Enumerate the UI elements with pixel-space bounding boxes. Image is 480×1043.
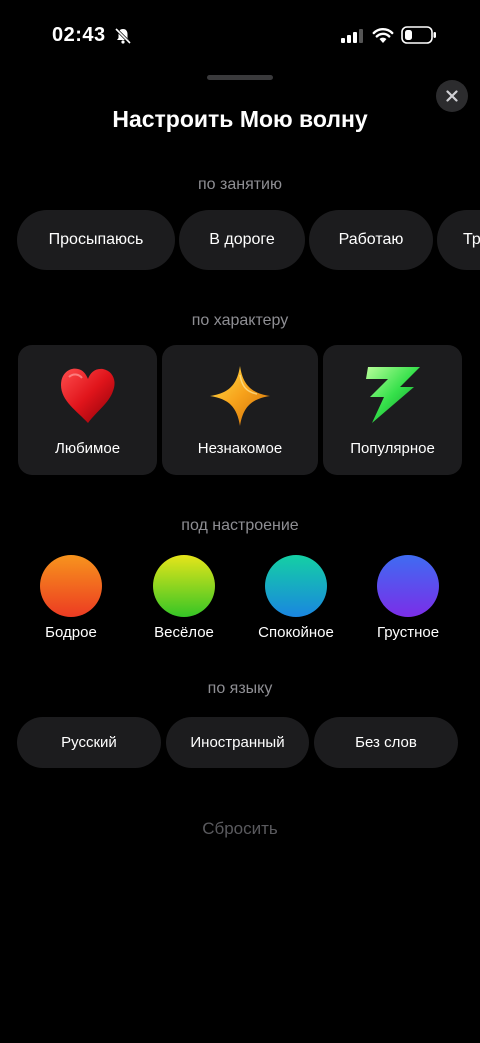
sparkle-icon — [210, 366, 270, 426]
status-time: 02:43 — [52, 24, 106, 46]
sheet-title: Настроить Мою волну — [112, 106, 368, 132]
mood-circle — [40, 555, 102, 617]
cellular-signal-icon — [341, 29, 363, 43]
language-chip-foreign[interactable]: Иностранный — [166, 717, 309, 768]
activity-chip-waking-up[interactable]: Просыпаюсь — [17, 210, 175, 270]
battery-icon — [401, 26, 436, 44]
bell-off-icon — [114, 27, 132, 45]
mood-item-calm[interactable]: Спокойное — [246, 555, 346, 641]
mood-section-title: под настроение — [181, 517, 299, 534]
character-card-label: Популярное — [350, 440, 435, 457]
mood-circle — [377, 555, 439, 617]
mood-item-sad[interactable]: Грустное — [358, 555, 458, 641]
mood-label: Бодрое — [45, 624, 97, 641]
activity-chip-working[interactable]: Работаю — [309, 210, 433, 270]
language-section-title: по языку — [207, 680, 273, 697]
reset-button[interactable]: Сбросить — [0, 819, 480, 839]
mood-label: Спокойное — [258, 624, 334, 641]
character-card-label: Любимое — [54, 440, 121, 457]
character-section-title: по характеру — [191, 312, 289, 329]
mood-item-cheerful[interactable]: Весёлое — [134, 555, 234, 641]
status-bar: 02:43 — [0, 0, 480, 70]
close-icon — [446, 90, 458, 102]
character-card-unfamiliar[interactable]: Незнакомое — [162, 345, 318, 475]
language-chip-russian[interactable]: Русский — [17, 717, 161, 768]
activity-section-title: по занятию — [197, 176, 282, 193]
mood-item-energetic[interactable]: Бодрое — [21, 555, 121, 641]
activity-chip-row[interactable]: Просыпаюсь В дороге Работаю Тр — [17, 210, 480, 270]
sheet-grabber[interactable] — [207, 75, 273, 80]
mood-label: Грустное — [376, 624, 440, 641]
mood-label: Весёлое — [154, 624, 214, 641]
heart-icon — [60, 368, 115, 423]
mood-circle — [153, 555, 215, 617]
screen: 02:43 Настроить Мою волну по занятию Про… — [0, 0, 480, 1043]
lightning-icon — [365, 367, 420, 423]
character-card-favorite[interactable]: Любимое — [18, 345, 157, 475]
language-chip-no-words[interactable]: Без слов — [314, 717, 458, 768]
character-card-popular[interactable]: Популярное — [323, 345, 462, 475]
character-card-label: Незнакомое — [197, 440, 283, 457]
wifi-icon — [372, 28, 394, 43]
mood-circle — [265, 555, 327, 617]
activity-chip-partial[interactable]: Тр — [437, 210, 480, 270]
activity-chip-on-the-road[interactable]: В дороге — [179, 210, 305, 270]
